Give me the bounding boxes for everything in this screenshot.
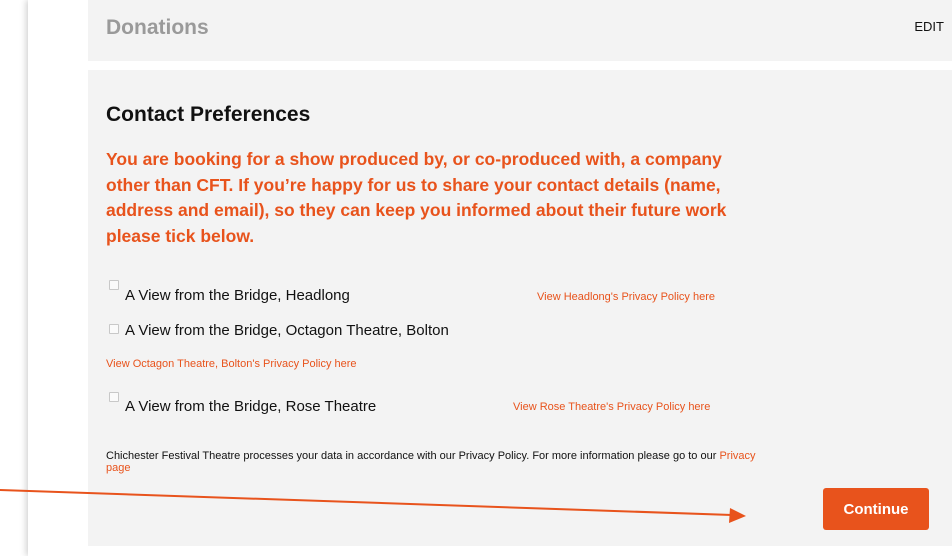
contact-preferences-section: Contact Preferences You are booking for …	[88, 70, 952, 546]
option-label: A View from the Bridge, Rose Theatre	[125, 398, 377, 415]
rose-privacy-link[interactable]: View Rose Theatre's Privacy Policy here	[513, 401, 710, 413]
donations-section: Donations EDIT	[88, 0, 952, 61]
edit-link[interactable]: EDIT	[914, 19, 944, 34]
contact-preferences-title: Contact Preferences	[106, 103, 311, 126]
footnote-text: Chichester Festival Theatre processes yo…	[106, 450, 717, 462]
privacy-footnote: Chichester Festival Theatre processes yo…	[106, 450, 766, 474]
octagon-checkbox[interactable]	[109, 324, 119, 334]
octagon-privacy-link[interactable]: View Octagon Theatre, Bolton's Privacy P…	[106, 358, 357, 370]
continue-button[interactable]: Continue	[823, 488, 929, 530]
option-label: A View from the Bridge, Headlong	[125, 287, 350, 304]
rose-checkbox[interactable]	[109, 392, 119, 402]
headlong-checkbox[interactable]	[109, 280, 119, 290]
donations-title: Donations	[106, 16, 209, 39]
option-label: A View from the Bridge, Octagon Theatre,…	[125, 322, 449, 339]
third-party-notice: You are booking for a show produced by, …	[106, 149, 727, 246]
headlong-privacy-link[interactable]: View Headlong's Privacy Policy here	[537, 291, 715, 303]
